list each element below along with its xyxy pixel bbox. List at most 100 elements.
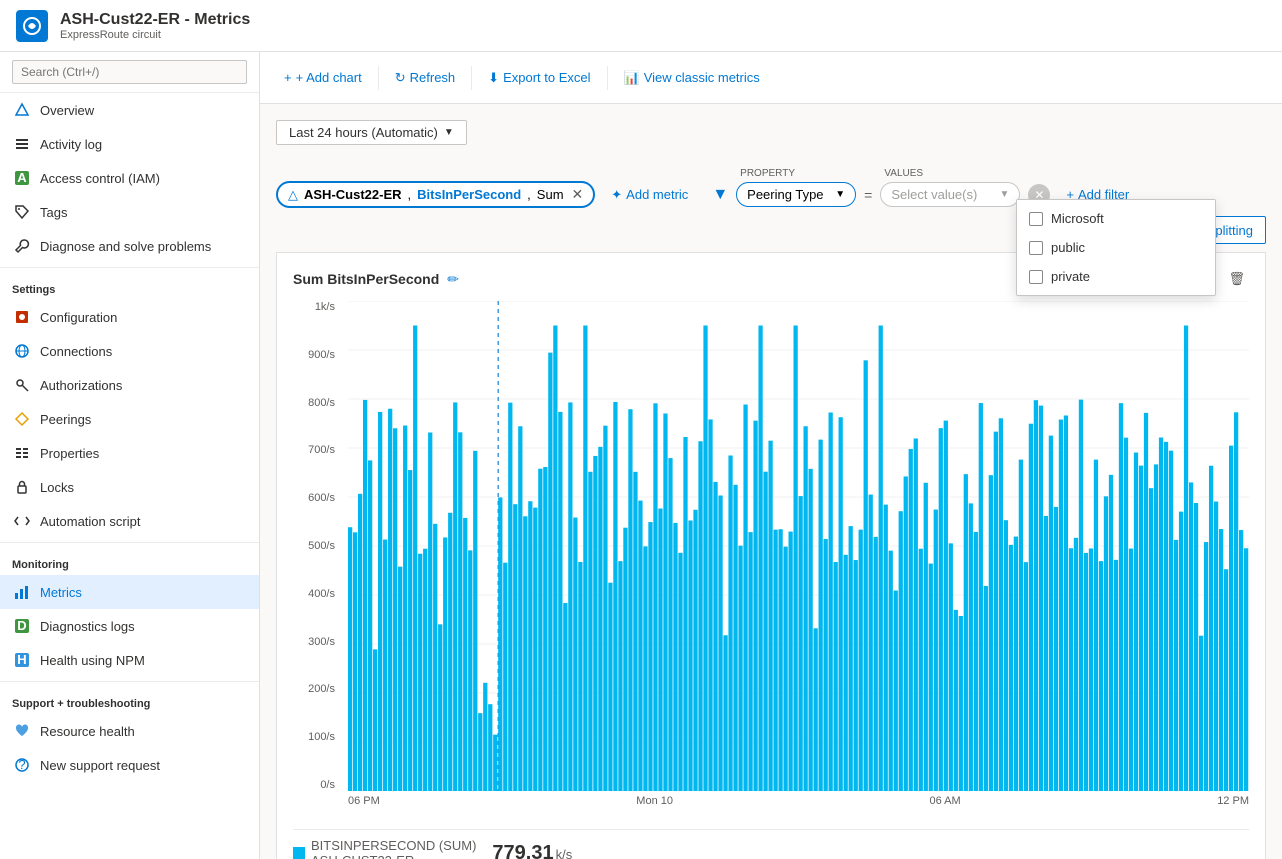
export-button[interactable]: ⬇ Export to Excel xyxy=(480,66,598,90)
dropdown-option-microsoft[interactable]: Microsoft xyxy=(1017,204,1215,233)
refresh-button[interactable]: ↻ Refresh xyxy=(387,66,463,90)
chart-legend: BITSINPERSECOND (SUM) ASH-CUST22-ER 779.… xyxy=(293,829,1249,859)
legend-unit: k/s xyxy=(556,847,573,859)
values-label: VALUES xyxy=(884,168,923,179)
checkbox-private[interactable] xyxy=(1029,270,1043,284)
chart-bar xyxy=(353,532,357,791)
sidebar-item-access-control[interactable]: A Access control (IAM) xyxy=(0,161,259,195)
chart-bar xyxy=(1154,464,1158,791)
iam-icon: A xyxy=(12,168,32,188)
sidebar-divider-2 xyxy=(0,542,259,543)
chart-bar xyxy=(468,550,472,791)
sidebar-item-configuration[interactable]: Configuration xyxy=(0,300,259,334)
view-classic-button[interactable]: 📊 View classic metrics xyxy=(616,66,768,90)
sidebar-item-authorizations[interactable]: Authorizations xyxy=(0,368,259,402)
dropdown-option-public[interactable]: public xyxy=(1017,233,1215,262)
chart-bar xyxy=(1219,529,1223,791)
sidebar-item-diagnose[interactable]: Diagnose and solve problems xyxy=(0,229,259,263)
lock-icon xyxy=(12,477,32,497)
property-dropdown[interactable]: Peering Type ▼ xyxy=(736,182,856,207)
sidebar-item-metrics[interactable]: Metrics xyxy=(0,575,259,609)
sidebar-item-tags[interactable]: Tags xyxy=(0,195,259,229)
chart-bar xyxy=(348,527,352,791)
option-label-public: public xyxy=(1051,240,1085,255)
chart-bar xyxy=(378,412,382,791)
support-section-label: Support + troubleshooting xyxy=(0,686,259,714)
sidebar-item-label: Activity log xyxy=(40,137,102,152)
sidebar-item-label: Peerings xyxy=(40,412,91,427)
values-dropdown[interactable]: Select value(s) ▼ xyxy=(880,182,1020,207)
chart-bar xyxy=(443,537,447,791)
main-content: + + Add chart ↻ Refresh ⬇ Export to Exce… xyxy=(260,52,1282,859)
checkbox-microsoft[interactable] xyxy=(1029,212,1043,226)
chart-bar xyxy=(834,562,838,791)
chart-bar xyxy=(473,451,477,791)
chevron-down-icon: ▼ xyxy=(835,189,845,200)
metric-chip[interactable]: △ ASH-Cust22-ER , BitsInPerSecond , Sum … xyxy=(276,181,595,208)
chart-bar xyxy=(1134,453,1138,791)
property-dropdown-value: Peering Type xyxy=(747,187,823,202)
add-chart-button[interactable]: + + Add chart xyxy=(276,66,370,89)
chart-bar xyxy=(1064,416,1068,791)
sidebar-item-new-support[interactable]: ? New support request xyxy=(0,748,259,782)
chart-bar xyxy=(994,432,998,791)
chart-bar xyxy=(1039,406,1043,791)
chart-bar xyxy=(508,403,512,791)
sidebar-item-label: Resource health xyxy=(40,724,135,739)
metric-chip-separator2: , xyxy=(527,187,531,202)
chart-bar xyxy=(498,497,502,791)
chart-bar xyxy=(538,469,542,791)
chart-bar xyxy=(373,649,377,791)
chart-bar xyxy=(1084,553,1088,791)
sidebar-item-overview[interactable]: Overview xyxy=(0,93,259,127)
chart-bar xyxy=(989,475,993,791)
values-dropdown-popup: Microsoft public private xyxy=(1016,199,1216,296)
settings-section-label: Settings xyxy=(0,272,259,300)
sidebar-item-locks[interactable]: Locks xyxy=(0,470,259,504)
chart-bars-group xyxy=(348,326,1248,792)
chart-bar xyxy=(1229,446,1233,791)
search-input[interactable] xyxy=(12,60,247,84)
chart-bar xyxy=(874,537,878,791)
sidebar-item-peerings[interactable]: Peerings xyxy=(0,402,259,436)
add-metric-button[interactable]: ✦ Add metric xyxy=(603,183,696,207)
y-label-500: 500/s xyxy=(308,540,335,552)
sidebar-item-label: New support request xyxy=(40,758,160,773)
sidebar-item-label: Tags xyxy=(40,205,67,220)
dropdown-option-private[interactable]: private xyxy=(1017,262,1215,291)
chart-bar xyxy=(423,549,427,791)
chart-edit-icon[interactable]: ✏ xyxy=(447,271,459,288)
metric-chip-close[interactable]: ✕ xyxy=(572,186,584,203)
chart-bar xyxy=(984,586,988,791)
chart-bar xyxy=(648,522,652,791)
sidebar-item-activity-log[interactable]: Activity log xyxy=(0,127,259,161)
triangle-icon xyxy=(12,100,32,120)
chart-bar xyxy=(1159,438,1163,791)
chart-bar xyxy=(859,530,863,791)
chart-bar xyxy=(673,523,677,791)
heart-icon xyxy=(12,721,32,741)
tag-icon xyxy=(12,202,32,222)
time-selector-button[interactable]: Last 24 hours (Automatic) ▼ xyxy=(276,120,467,145)
checkbox-public[interactable] xyxy=(1029,241,1043,255)
chart-bar xyxy=(1119,403,1123,791)
chart-bar xyxy=(1054,507,1058,791)
sidebar-item-diagnostics[interactable]: D Diagnostics logs xyxy=(0,609,259,643)
chart-bar xyxy=(1204,542,1208,791)
y-label-300: 300/s xyxy=(308,636,335,648)
sidebar-item-resource-health[interactable]: Resource health xyxy=(0,714,259,748)
chart-delete-button[interactable]: 🗑 xyxy=(1224,269,1249,289)
chart-bar xyxy=(428,433,432,791)
chart-bar xyxy=(1114,560,1118,791)
chart-bar xyxy=(628,409,632,791)
chart-bar xyxy=(1149,488,1153,791)
chart-bar xyxy=(588,472,592,791)
sidebar-item-label: Diagnostics logs xyxy=(40,619,135,634)
sidebar-search-container xyxy=(0,52,259,93)
chart-bar xyxy=(954,610,958,791)
chart-bar xyxy=(1189,482,1193,791)
sidebar-item-properties[interactable]: Properties xyxy=(0,436,259,470)
sidebar-item-connections[interactable]: Connections xyxy=(0,334,259,368)
sidebar-item-health-npm[interactable]: H Health using NPM xyxy=(0,643,259,677)
sidebar-item-automation[interactable]: Automation script xyxy=(0,504,259,538)
